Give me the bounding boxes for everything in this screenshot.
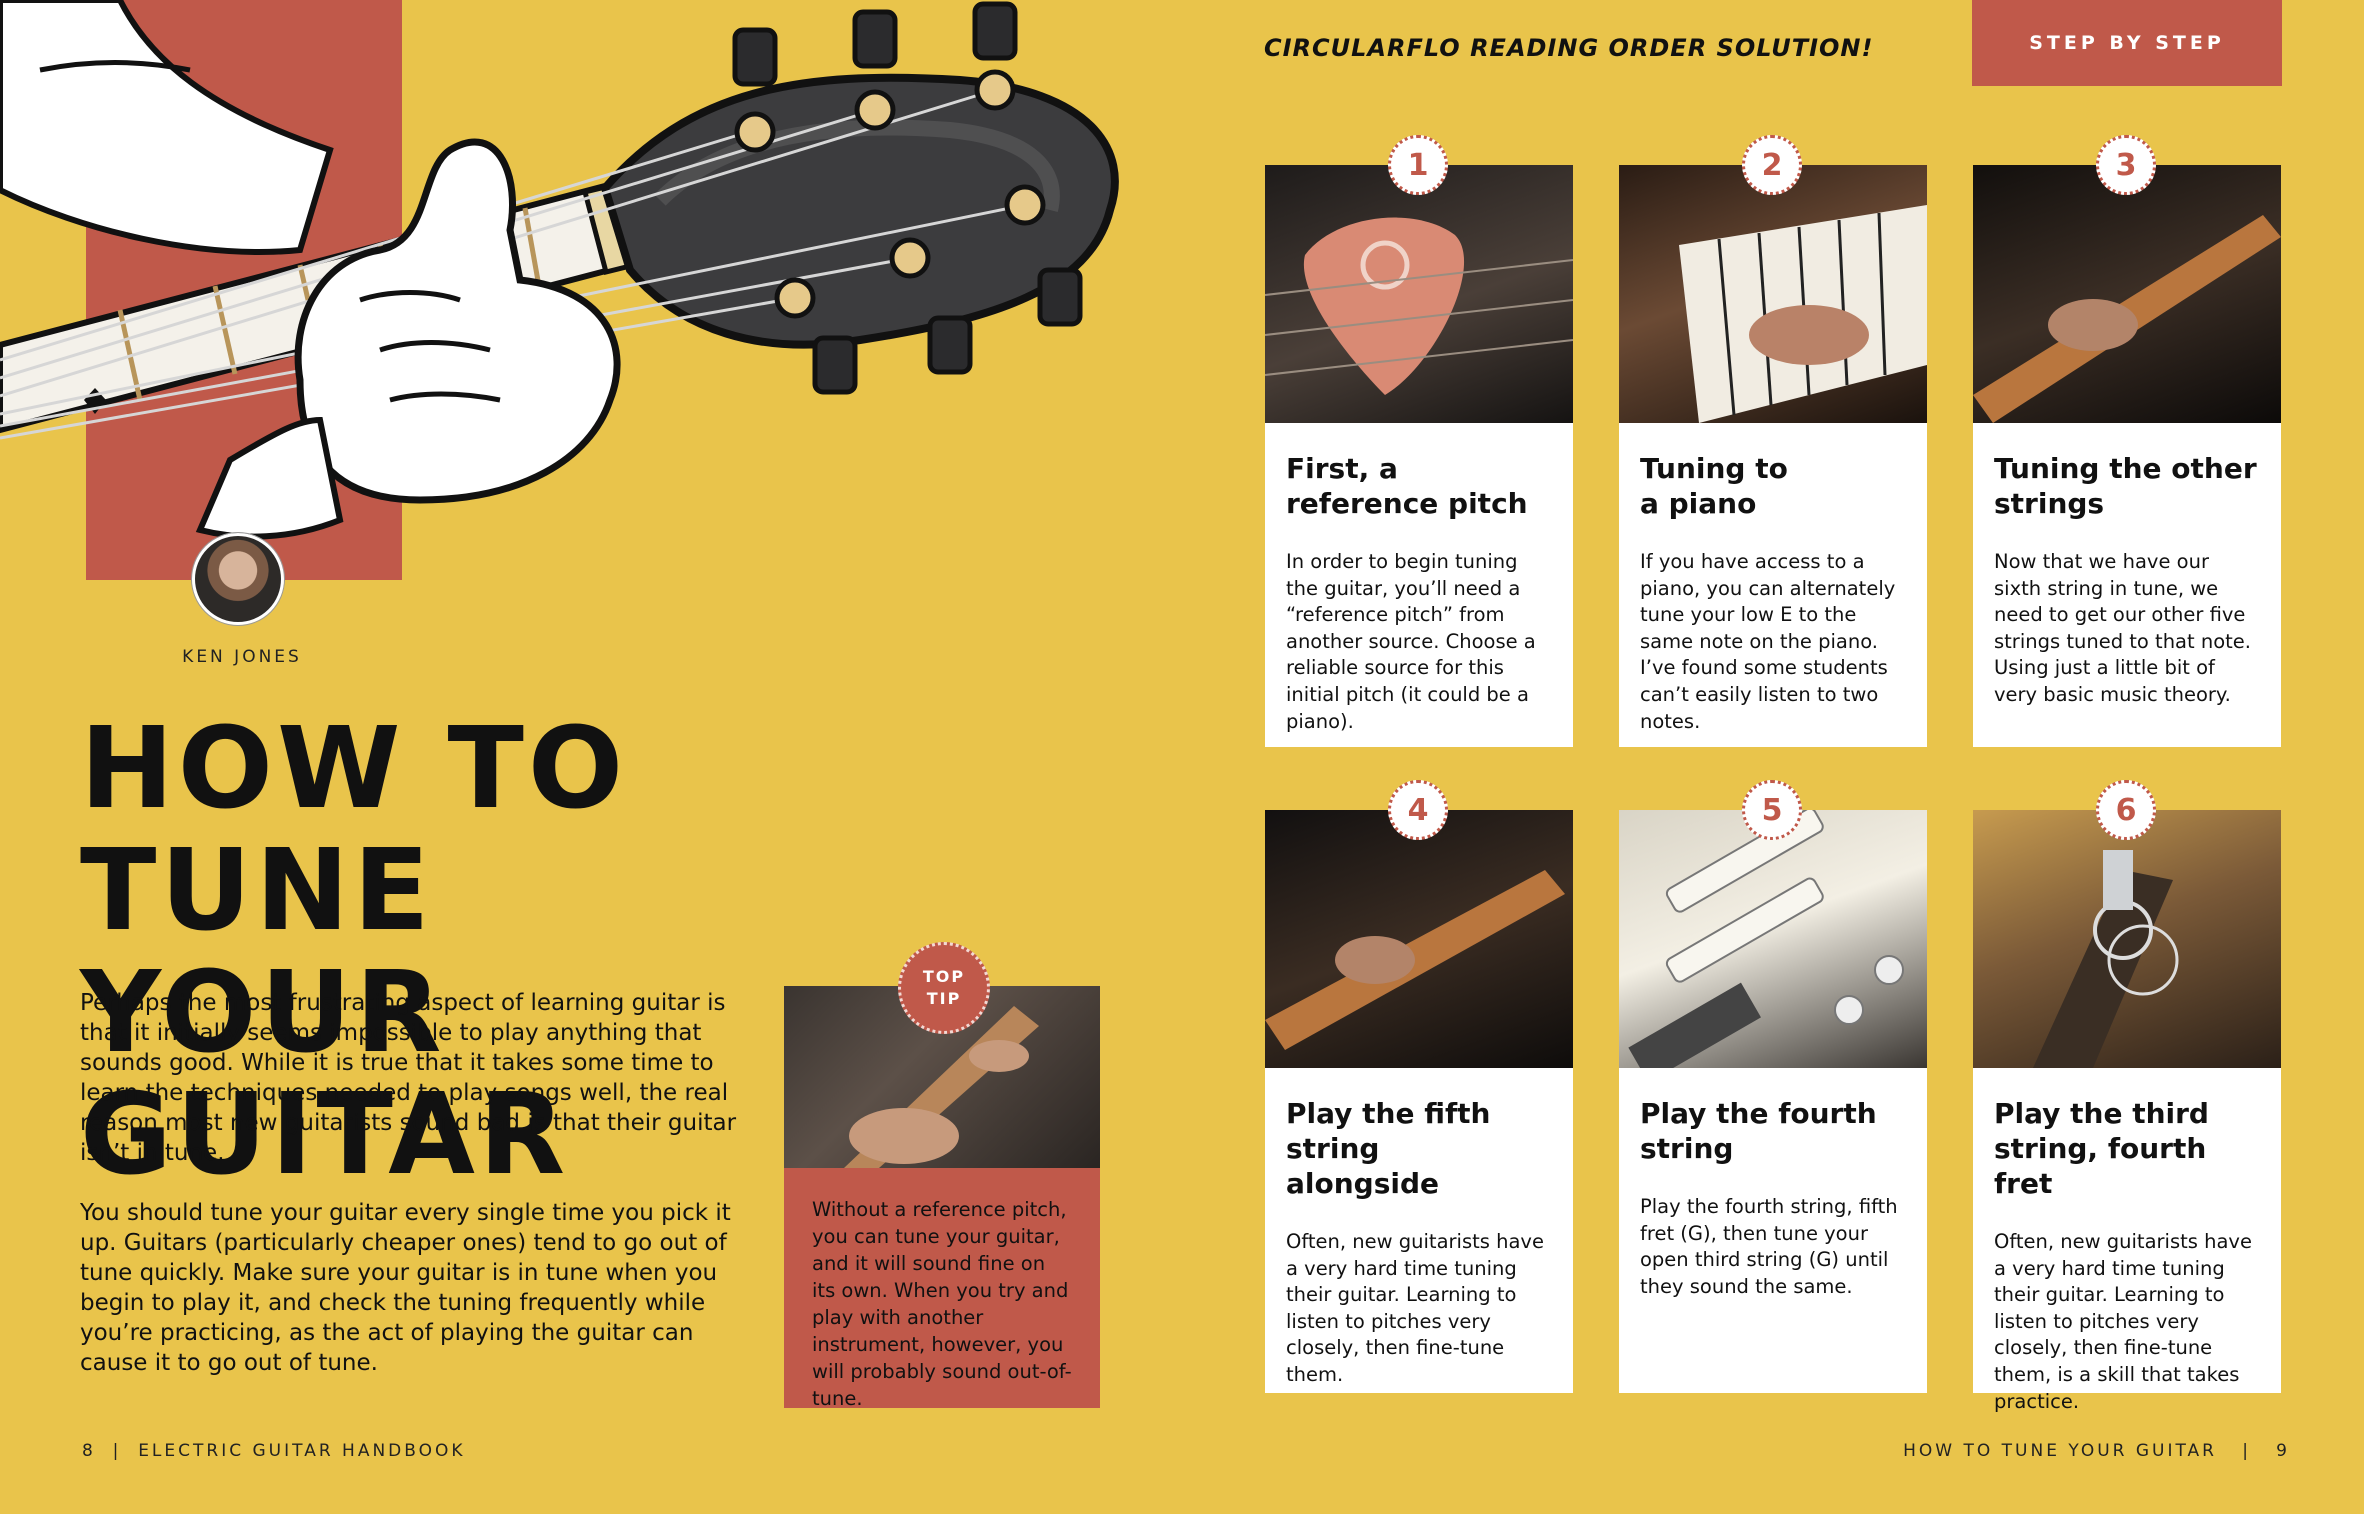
- step-title-2-line-2: a piano: [1640, 487, 1757, 520]
- tip-badge-line-1: TOP: [922, 967, 966, 986]
- step-card-2: Tuning to a piano If you have access to …: [1619, 165, 1927, 747]
- step-title-5-line-2: string: [1640, 1132, 1734, 1165]
- magazine-spread: KEN JONES HOW TO TUNE YOUR GUITAR Perhap…: [0, 0, 2364, 1514]
- step-photo-5: [1619, 810, 1927, 1068]
- section-tab: STEP BY STEP: [1972, 0, 2282, 86]
- page-number-right: 9: [2276, 1441, 2290, 1461]
- step-title-1: First, a reference pitch: [1286, 451, 1553, 521]
- step-photo-2: [1619, 165, 1927, 423]
- step-photo-6: [1973, 810, 2281, 1068]
- kicker: CIRCULARFLO READING ORDER SOLUTION!: [1264, 34, 1874, 62]
- step-text-6: Often, new guitarists have a very hard t…: [1994, 1230, 2252, 1413]
- step-card-6: Play the third string, fourth fret Often…: [1973, 810, 2281, 1413]
- step-title-6-line-1: Play the third: [1994, 1097, 2209, 1130]
- top-tip-badge: TOP TIP: [898, 942, 990, 1034]
- step-card-3: Tuning the other strings Now that we hav…: [1973, 165, 2281, 747]
- step-title-3-line-2: strings: [1994, 487, 2105, 520]
- step-title-3-line-1: Tuning the other: [1994, 452, 2257, 485]
- guitar-hand-illustration: [0, 0, 1119, 540]
- step-text-2: If you have access to a piano, you can a…: [1640, 550, 1896, 733]
- footer-right: HOW TO TUNE YOUR GUITAR | 9: [1903, 1441, 2290, 1461]
- step-text-1: In order to begin tuning the guitar, you…: [1286, 550, 1536, 733]
- step-title-4: Play the fifth string alongside: [1286, 1096, 1553, 1201]
- step-photo-1: [1265, 165, 1573, 423]
- author-name: KEN JONES: [182, 647, 302, 667]
- step-title-1-line-2: reference pitch: [1286, 487, 1528, 520]
- intro-paragraph-2: You should tune your guitar every single…: [80, 1200, 731, 1376]
- tip-badge-line-2: TIP: [926, 989, 962, 1008]
- author-avatar: [192, 533, 284, 625]
- page-number-left: 8: [82, 1441, 96, 1461]
- step-card-4: Play the fifth string alongside Often, n…: [1265, 810, 1573, 1393]
- step-title-2-line-1: Tuning to: [1640, 452, 1788, 485]
- step-number-2: 2: [1742, 135, 1802, 195]
- step-title-5-line-1: Play the fourth: [1640, 1097, 1877, 1130]
- footer-separator-left: |: [112, 1441, 122, 1461]
- step-title-4-line-1: Play the fifth string: [1286, 1097, 1491, 1165]
- step-card-1: First, a reference pitch In order to beg…: [1265, 165, 1573, 747]
- step-title-6-line-2: string, fourth fret: [1994, 1132, 2207, 1200]
- step-title-4-line-2: alongside: [1286, 1167, 1440, 1200]
- step-title-3: Tuning the other strings: [1994, 451, 2261, 521]
- step-number-4: 4: [1388, 780, 1448, 840]
- step-number-6: 6: [2096, 780, 2156, 840]
- step-number-3: 3: [2096, 135, 2156, 195]
- arm-shape: [0, 0, 334, 255]
- intro-paragraph-1: Perhaps the most frustrating aspect of l…: [80, 990, 737, 1166]
- publication-name: ELECTRIC GUITAR HANDBOOK: [138, 1441, 466, 1461]
- step-photo-3: [1973, 165, 2281, 423]
- tip-box: Without a reference pitch, you can tune …: [784, 1168, 1100, 1410]
- step-title-2: Tuning to a piano: [1640, 451, 1907, 521]
- step-text-5: Play the fourth string, fifth fret (G), …: [1640, 1195, 1898, 1298]
- footer-separator-right: |: [2242, 1441, 2251, 1461]
- step-card-5: Play the fourth string Play the fourth s…: [1619, 810, 1927, 1393]
- step-title-1-line-1: First, a: [1286, 452, 1398, 485]
- step-title-6: Play the third string, fourth fret: [1994, 1096, 2261, 1201]
- step-title-5: Play the fourth string: [1640, 1096, 1907, 1166]
- step-text-3: Now that we have our sixth string in tun…: [1994, 550, 2251, 706]
- article-title-footer: HOW TO TUNE YOUR GUITAR: [1903, 1441, 2217, 1461]
- intro-text: Perhaps the most frustrating aspect of l…: [80, 988, 740, 1378]
- step-number-1: 1: [1388, 135, 1448, 195]
- step-text-4: Often, new guitarists have a very hard t…: [1286, 1230, 1544, 1386]
- title-line-1: HOW TO TUNE: [80, 704, 628, 956]
- step-number-5: 5: [1742, 780, 1802, 840]
- step-photo-4: [1265, 810, 1573, 1068]
- footer-left: 8 | ELECTRIC GUITAR HANDBOOK: [82, 1441, 466, 1461]
